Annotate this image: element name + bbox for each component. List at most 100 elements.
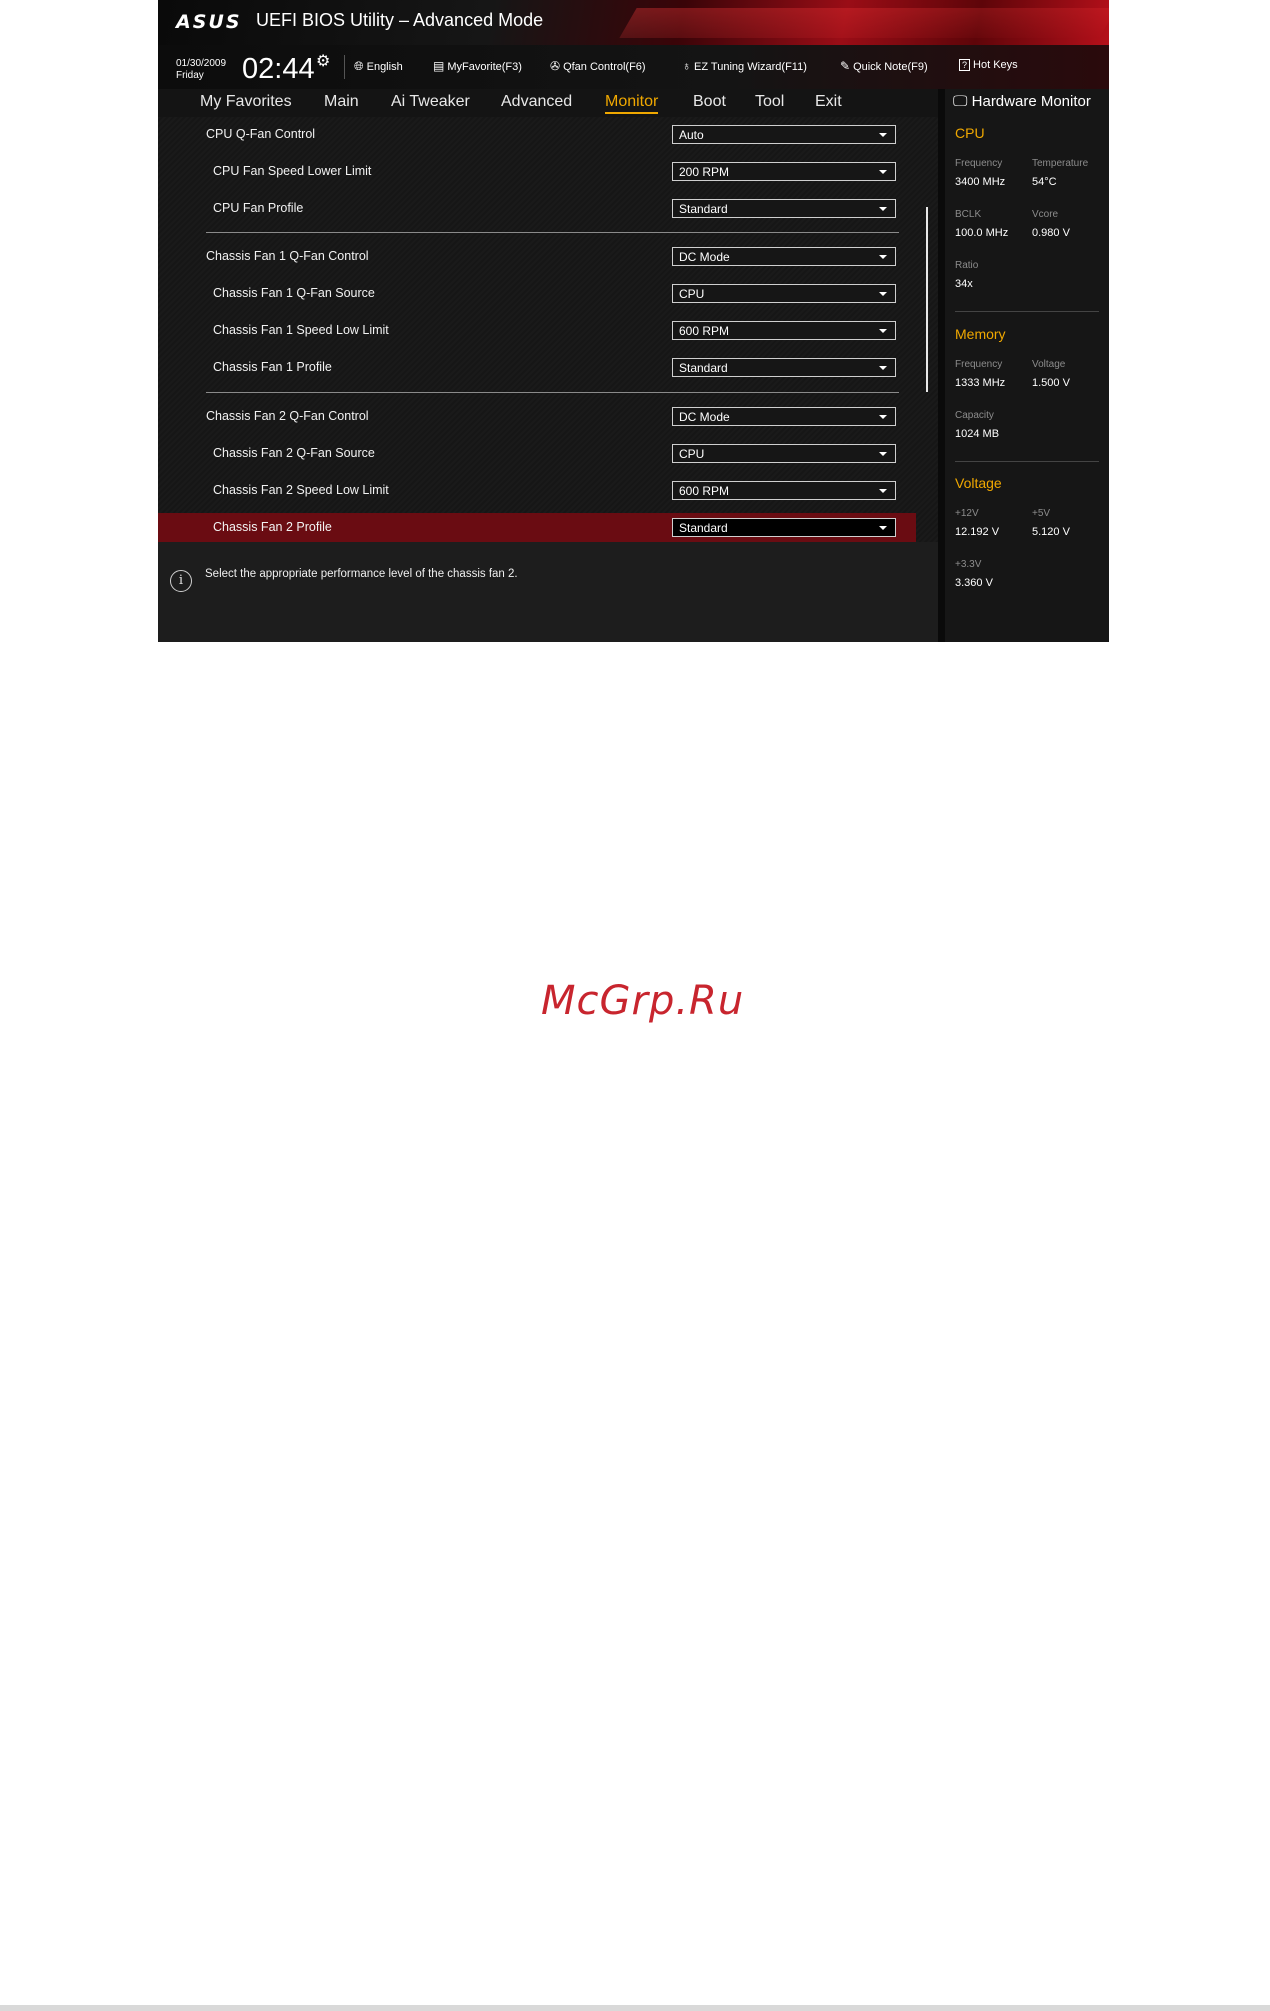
myfavorite-button[interactable]: ▤ MyFavorite(F3) xyxy=(433,59,522,73)
hw-divider xyxy=(955,311,1099,312)
memory-frequency-label: Frequency xyxy=(955,359,1003,370)
tab-exit[interactable]: Exit xyxy=(815,93,842,111)
chassis-fan2-speed-low-limit-dropdown[interactable]: 600 RPM xyxy=(672,481,896,500)
bclk-value: 100.0 MHz xyxy=(955,227,1009,239)
setting-row-chassis-fan2-speed-low-limit[interactable]: Chassis Fan 2 Speed Low Limit 600 RPM xyxy=(158,476,916,510)
info-icon: i xyxy=(170,570,192,592)
asus-logo: ASUS xyxy=(176,11,242,33)
setting-row-cpu-qfan-control[interactable]: CPU Q-Fan Control Auto xyxy=(158,120,916,154)
setting-label: Chassis Fan 1 Profile xyxy=(213,360,332,374)
memory-heading: Memory xyxy=(955,326,1006,342)
caret-down-icon xyxy=(879,329,887,333)
v33-value: 3.360 V xyxy=(955,577,993,589)
v12-label: +12V xyxy=(955,508,979,519)
chassis-fan2-profile-dropdown[interactable]: Standard xyxy=(672,518,896,537)
question-icon: ? xyxy=(959,59,971,71)
dropdown-value: Standard xyxy=(679,521,728,535)
app-title: UEFI BIOS Utility – Advanced Mode xyxy=(256,10,544,30)
hardware-monitor-panel: 🖵︎ Hardware Monitor CPU Frequency 3400 M… xyxy=(945,89,1109,642)
voltage-heading: Voltage xyxy=(955,475,1002,491)
language-button[interactable]: 🌐︎ English xyxy=(354,59,403,74)
chassis-fan2-qfan-control-dropdown[interactable]: DC Mode xyxy=(672,407,896,426)
setting-row-chassis-fan2-qfan-control[interactable]: Chassis Fan 2 Q-Fan Control DC Mode xyxy=(158,402,916,436)
tab-advanced[interactable]: Advanced xyxy=(501,93,572,111)
date-text: 01/30/2009 xyxy=(176,58,227,69)
caret-down-icon xyxy=(879,292,887,296)
help-text: Select the appropriate performance level… xyxy=(205,568,518,580)
setting-label: Chassis Fan 1 Q-Fan Control xyxy=(206,249,369,263)
tab-tool[interactable]: Tool xyxy=(755,93,784,111)
cpu-qfan-control-dropdown[interactable]: Auto xyxy=(672,125,896,144)
dropdown-value: DC Mode xyxy=(679,410,730,424)
qfan-control-button[interactable]: ✇ Qfan Control(F6) xyxy=(550,59,646,73)
section-divider xyxy=(206,232,899,233)
toolbar: 01/30/2009 Friday 02:44 ⚙ 🌐︎ English ▤ MyF… xyxy=(158,45,1109,89)
chassis-fan1-profile-dropdown[interactable]: Standard xyxy=(672,358,896,377)
setting-row-chassis-fan1-profile[interactable]: Chassis Fan 1 Profile Standard xyxy=(158,353,916,387)
setting-row-cpu-fan-speed-lower-limit[interactable]: CPU Fan Speed Lower Limit 200 RPM xyxy=(158,157,916,191)
ratio-label: Ratio xyxy=(955,260,979,271)
memory-voltage-label: Voltage xyxy=(1032,359,1066,370)
setting-row-chassis-fan1-qfan-control[interactable]: Chassis Fan 1 Q-Fan Control DC Mode xyxy=(158,242,916,276)
chassis-fan1-speed-low-limit-dropdown[interactable]: 600 RPM xyxy=(672,321,896,340)
title-bar: ASUS UEFI BIOS Utility – Advanced Mode xyxy=(158,0,1109,45)
setting-label: Chassis Fan 1 Q-Fan Source xyxy=(213,286,375,300)
tab-my-favorites[interactable]: My Favorites xyxy=(200,93,292,111)
cpu-heading: CPU xyxy=(955,125,985,141)
globe-icon: 🌐︎ xyxy=(354,59,364,73)
caret-down-icon xyxy=(879,526,887,530)
dropdown-value: 600 RPM xyxy=(679,484,730,498)
dropdown-value: Standard xyxy=(679,361,728,375)
hardware-monitor-title-text: Hardware Monitor xyxy=(971,93,1091,110)
tab-boot[interactable]: Boot xyxy=(693,93,726,111)
cpu-frequency-value: 3400 MHz xyxy=(955,176,1006,188)
page-footer-bar xyxy=(0,2005,1270,2011)
v5-label: +5V xyxy=(1032,508,1051,519)
toolbar-divider xyxy=(344,55,345,79)
caret-down-icon xyxy=(879,170,887,174)
settings-panel: CPU Q-Fan Control Auto CPU Fan Speed Low… xyxy=(158,117,938,547)
setting-label: CPU Fan Profile xyxy=(213,201,304,215)
cpu-fan-profile-dropdown[interactable]: Standard xyxy=(672,199,896,218)
quick-note-button[interactable]: ✎ Quick Note(F9) xyxy=(840,59,928,73)
chassis-fan2-qfan-source-dropdown[interactable]: CPU xyxy=(672,444,896,463)
setting-label: Chassis Fan 2 Profile xyxy=(213,520,332,534)
dropdown-value: Standard xyxy=(679,202,728,216)
caret-down-icon xyxy=(879,415,887,419)
gear-icon[interactable]: ⚙ xyxy=(316,51,330,70)
fan-icon: ✇ xyxy=(550,59,561,73)
hw-divider xyxy=(955,461,1099,462)
language-label: English xyxy=(366,61,403,73)
chassis-fan1-qfan-source-dropdown[interactable]: CPU xyxy=(672,284,896,303)
tab-monitor[interactable]: Monitor xyxy=(605,93,659,114)
ez-tuning-button[interactable]: ♁ EZ Tuning Wizard(F11) xyxy=(682,59,807,73)
ratio-value: 34x xyxy=(955,278,973,290)
chassis-fan1-qfan-control-dropdown[interactable]: DC Mode xyxy=(672,247,896,266)
setting-label: CPU Fan Speed Lower Limit xyxy=(213,164,372,178)
caret-down-icon xyxy=(879,207,887,211)
ez-tuning-label: EZ Tuning Wizard(F11) xyxy=(694,61,807,73)
setting-row-chassis-fan1-qfan-source[interactable]: Chassis Fan 1 Q-Fan Source CPU xyxy=(158,279,916,313)
capacity-value: 1024 MB xyxy=(955,428,1000,440)
date-display: 01/30/2009 Friday xyxy=(176,58,226,82)
hot-keys-label: Hot Keys xyxy=(973,59,1018,71)
setting-label: Chassis Fan 2 Q-Fan Source xyxy=(213,446,375,460)
hot-keys-button[interactable]: ? Hot Keys xyxy=(959,59,1018,71)
v12-value: 12.192 V xyxy=(955,526,1000,538)
setting-row-chassis-fan1-speed-low-limit[interactable]: Chassis Fan 1 Speed Low Limit 600 RPM xyxy=(158,316,916,350)
setting-row-cpu-fan-profile[interactable]: CPU Fan Profile Standard xyxy=(158,194,916,228)
tab-ai-tweaker[interactable]: Ai Tweaker xyxy=(391,93,470,111)
dropdown-value: Auto xyxy=(679,128,704,142)
favorite-list-icon: ▤ xyxy=(433,59,445,73)
section-divider xyxy=(206,392,899,393)
settings-scrollbar[interactable] xyxy=(926,207,928,392)
setting-row-chassis-fan2-qfan-source[interactable]: Chassis Fan 2 Q-Fan Source CPU xyxy=(158,439,916,473)
hardware-monitor-title: 🖵︎ Hardware Monitor xyxy=(953,93,1091,110)
cpu-fan-speed-lower-limit-dropdown[interactable]: 200 RPM xyxy=(672,162,896,181)
day-text: Friday xyxy=(176,70,204,81)
memory-frequency-value: 1333 MHz xyxy=(955,377,1006,389)
qfan-control-label: Qfan Control(F6) xyxy=(563,61,646,73)
setting-label: Chassis Fan 2 Q-Fan Control xyxy=(206,409,369,423)
tab-main[interactable]: Main xyxy=(324,93,359,111)
watermark-text: McGrp.Ru xyxy=(541,978,745,1024)
